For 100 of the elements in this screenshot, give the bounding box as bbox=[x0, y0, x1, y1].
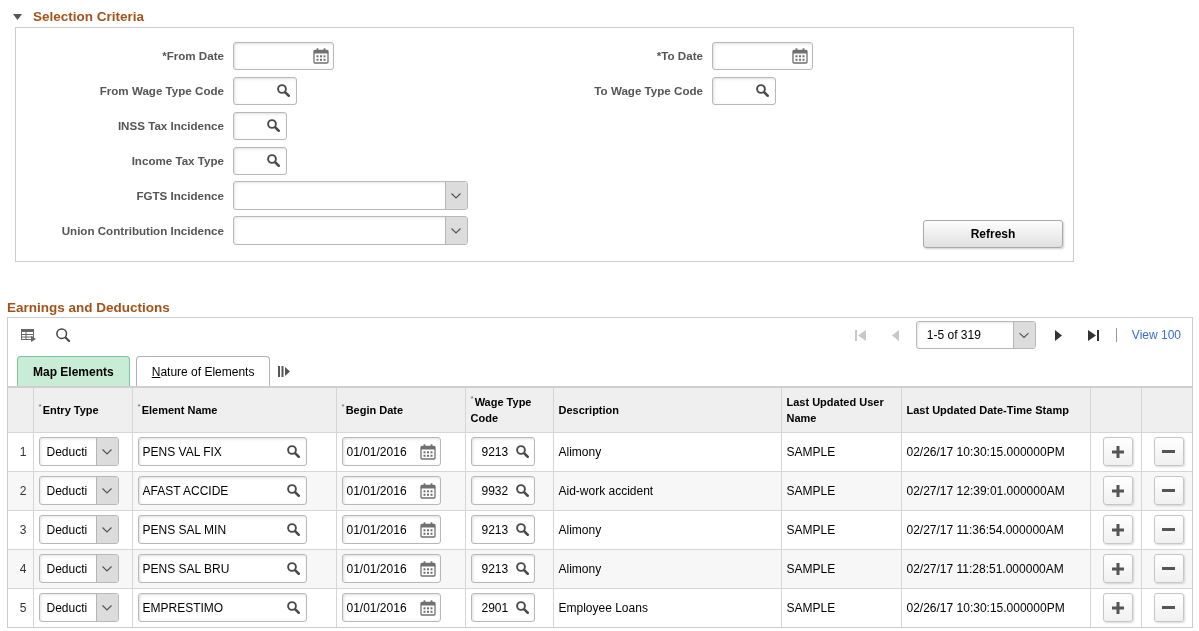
field-label: FGTS Incidence bbox=[135, 189, 224, 202]
add-row-button[interactable] bbox=[1102, 554, 1133, 583]
search-icon[interactable] bbox=[56, 328, 70, 342]
begin-date-field[interactable]: 01/01/2016 bbox=[341, 593, 441, 623]
minus-icon[interactable] bbox=[1162, 606, 1175, 610]
begin-date-field[interactable]: 01/01/2016 bbox=[341, 515, 441, 544]
element-name-field[interactable]: AFAST ACCIDE bbox=[137, 476, 307, 505]
delete-row-button[interactable] bbox=[1153, 476, 1184, 505]
triangle-right-icon[interactable] bbox=[1054, 329, 1062, 341]
search-icon[interactable] bbox=[267, 154, 280, 167]
plus-icon[interactable] bbox=[1111, 562, 1124, 575]
column-header: Last Updated User Name bbox=[781, 387, 901, 432]
table-cell: SAMPLE bbox=[781, 588, 901, 627]
search-icon[interactable] bbox=[267, 119, 280, 132]
search-icon[interactable] bbox=[286, 601, 300, 615]
table-cell: SAMPLE bbox=[781, 549, 901, 588]
element-name-field[interactable]: PENS SAL MIN bbox=[137, 515, 307, 544]
calendar-icon[interactable] bbox=[792, 47, 808, 64]
wage-type-code-field[interactable]: 9213 bbox=[470, 554, 535, 583]
field-label: From Wage Type Code bbox=[98, 84, 224, 97]
field-label: *To Date bbox=[655, 49, 703, 62]
bars-triangle-icon[interactable] bbox=[278, 365, 291, 377]
plus-icon[interactable] bbox=[1111, 601, 1124, 614]
add-row-button[interactable] bbox=[1102, 476, 1133, 505]
search-icon[interactable] bbox=[516, 562, 530, 575]
add-row-button[interactable] bbox=[1102, 437, 1133, 466]
field-label: To Wage Type Code bbox=[593, 84, 703, 97]
add-row-button[interactable] bbox=[1102, 515, 1133, 544]
entry-type-dropdown[interactable]: Deducti bbox=[38, 476, 119, 505]
entry-type-dropdown[interactable]: Deducti bbox=[38, 437, 119, 466]
caret-icon[interactable] bbox=[13, 14, 22, 20]
table-cell: Aid-work accident bbox=[553, 471, 781, 510]
entry-type-dropdown[interactable]: Deducti bbox=[38, 554, 119, 583]
element-name-field[interactable]: EMPRESTIMO bbox=[137, 593, 307, 623]
search-icon[interactable] bbox=[286, 562, 300, 575]
table-cell: Employee Loans bbox=[553, 588, 781, 627]
row-number: 5 bbox=[8, 588, 33, 627]
section-title: Earnings and Deductions bbox=[7, 300, 170, 316]
date-field[interactable] bbox=[233, 41, 334, 70]
table-cell: 02/27/17 11:28:51.000000AM bbox=[901, 549, 1090, 588]
wage-type-code-field[interactable]: 9213 bbox=[470, 437, 535, 466]
section-toggle[interactable]: Selection Criteria bbox=[13, 10, 145, 24]
column-header: Last Updated Date-Time Stamp bbox=[901, 387, 1090, 432]
element-name-field[interactable]: PENS VAL FIX bbox=[137, 437, 307, 466]
column-header: $^{*}$Begin Date bbox=[336, 387, 465, 432]
wage-type-code-field[interactable]: 9932 bbox=[470, 476, 535, 505]
date-field[interactable] bbox=[712, 41, 813, 70]
search-icon[interactable] bbox=[516, 601, 530, 615]
delete-row-button[interactable] bbox=[1153, 554, 1184, 583]
plus-icon[interactable] bbox=[1111, 484, 1124, 497]
tab[interactable]: Nature of Elements bbox=[135, 356, 271, 386]
triangle-bar-right-icon[interactable] bbox=[1087, 329, 1099, 341]
search-icon[interactable] bbox=[756, 84, 769, 97]
delete-row-button[interactable] bbox=[1153, 437, 1184, 466]
lookup-field[interactable] bbox=[233, 146, 287, 175]
search-icon[interactable] bbox=[286, 523, 300, 536]
field-label: INSS Tax Incidence bbox=[116, 119, 224, 132]
table-cell: 02/26/17 10:30:15.000000PM bbox=[901, 588, 1090, 627]
calendar-icon[interactable] bbox=[419, 482, 436, 499]
entry-type-dropdown[interactable]: Deducti bbox=[38, 515, 119, 544]
begin-date-field[interactable]: 01/01/2016 bbox=[341, 437, 441, 466]
tab[interactable]: Map Elements bbox=[17, 356, 130, 386]
wage-type-code-field[interactable]: 9213 bbox=[470, 515, 535, 544]
search-icon[interactable] bbox=[516, 445, 530, 458]
plus-icon[interactable] bbox=[1111, 523, 1124, 536]
refresh-button[interactable]: Refresh bbox=[923, 220, 1063, 248]
field-label: Income Tax Type bbox=[130, 154, 224, 167]
entry-type-dropdown[interactable]: Deducti bbox=[38, 593, 119, 623]
search-icon[interactable] bbox=[277, 84, 290, 97]
wage-type-code-field[interactable]: 2901 bbox=[470, 593, 535, 623]
dropdown-field[interactable] bbox=[233, 181, 468, 210]
view-all-link[interactable]: View 100 bbox=[1131, 328, 1181, 342]
calendar-icon[interactable] bbox=[419, 521, 436, 538]
calendar-icon[interactable] bbox=[419, 443, 436, 460]
element-name-field[interactable]: PENS SAL BRU bbox=[137, 554, 307, 583]
lookup-field[interactable] bbox=[233, 111, 287, 140]
calendar-icon[interactable] bbox=[313, 47, 329, 64]
field-label: *From Date bbox=[161, 49, 224, 62]
search-icon[interactable] bbox=[286, 484, 300, 497]
dropdown-field[interactable] bbox=[233, 216, 468, 245]
calendar-icon[interactable] bbox=[419, 599, 436, 616]
calendar-icon[interactable] bbox=[419, 560, 436, 577]
column-header: $^{*}$Element Name bbox=[132, 387, 336, 432]
table-cell: SAMPLE bbox=[781, 471, 901, 510]
delete-row-button[interactable] bbox=[1153, 515, 1184, 544]
column-header: $^{*}$Wage Type Code bbox=[465, 387, 553, 432]
search-icon[interactable] bbox=[286, 445, 300, 458]
lookup-field[interactable] bbox=[233, 76, 297, 105]
search-icon[interactable] bbox=[516, 484, 530, 497]
chevron-down-icon[interactable] bbox=[1012, 322, 1035, 348]
table-icon[interactable] bbox=[21, 328, 36, 342]
plus-icon[interactable] bbox=[1111, 445, 1124, 458]
search-icon[interactable] bbox=[516, 523, 530, 536]
delete-row-button[interactable] bbox=[1153, 593, 1184, 623]
column-header: Description bbox=[553, 387, 781, 432]
begin-date-field[interactable]: 01/01/2016 bbox=[341, 554, 441, 583]
begin-date-field[interactable]: 01/01/2016 bbox=[341, 476, 441, 505]
page-range-dropdown[interactable]: 1-5 of 319 bbox=[915, 321, 1036, 349]
lookup-field[interactable] bbox=[712, 76, 776, 105]
add-row-button[interactable] bbox=[1102, 593, 1133, 623]
